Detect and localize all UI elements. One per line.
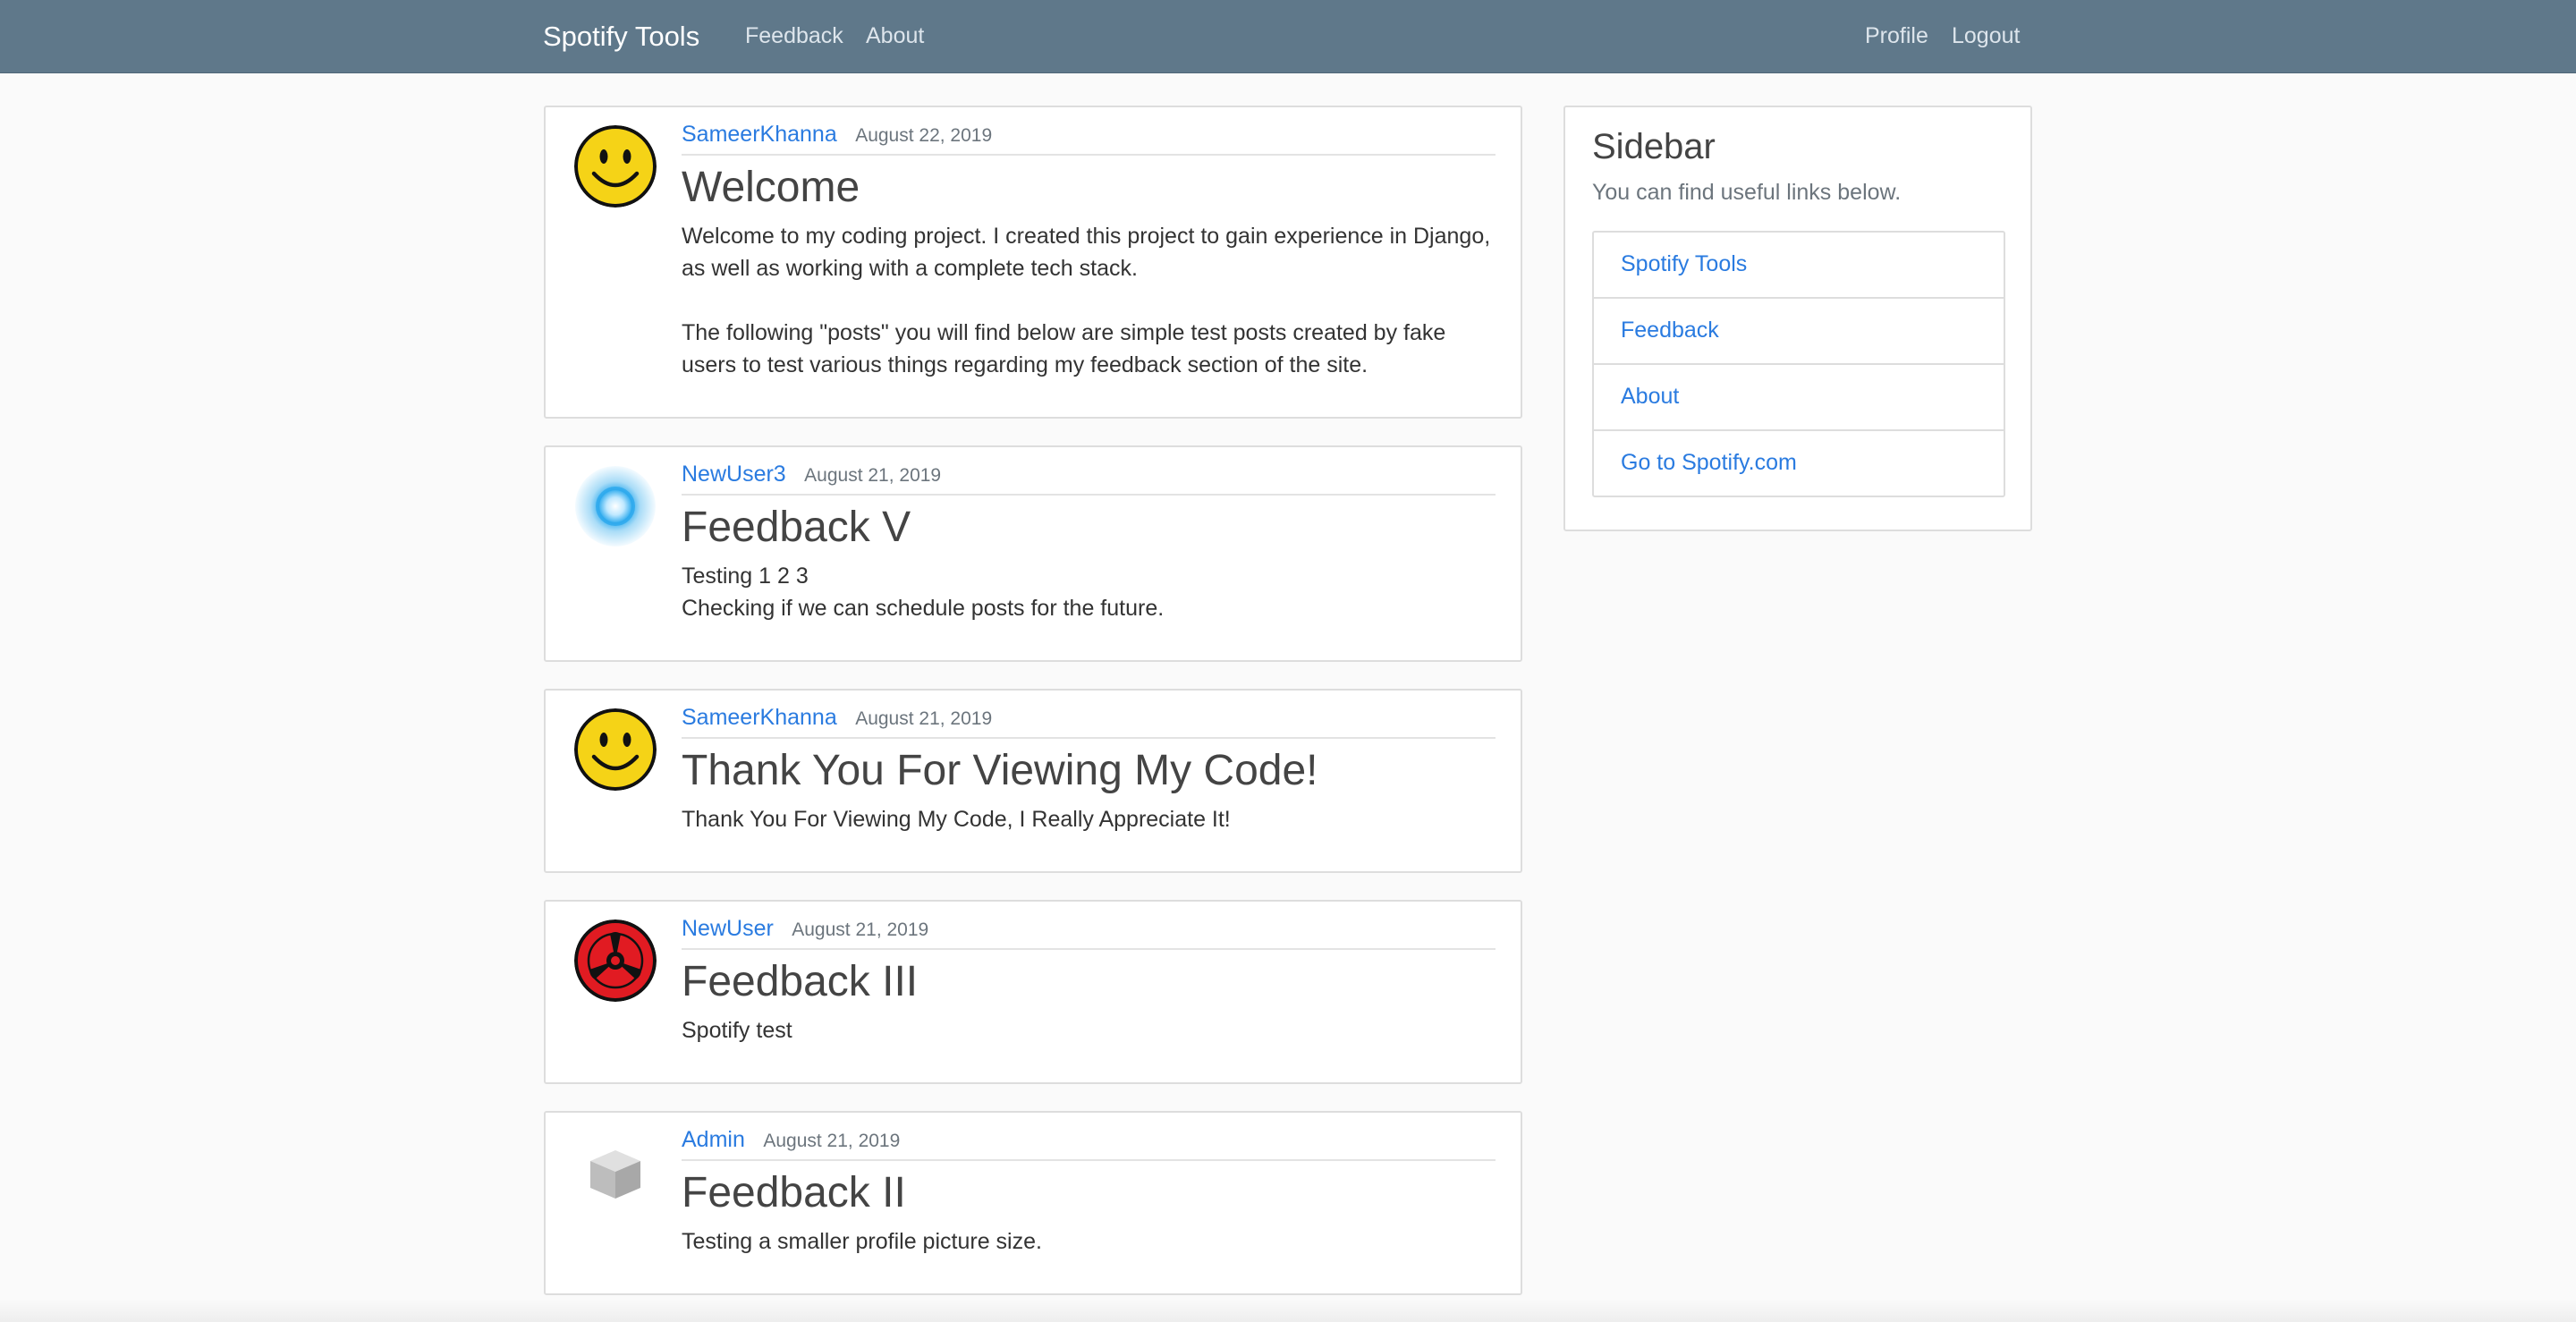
post-body: Spotify test bbox=[682, 1018, 792, 1043]
gray-cube-icon[interactable] bbox=[574, 1131, 657, 1213]
post-date: August 22, 2019 bbox=[855, 125, 993, 146]
red-sharingan-icon[interactable] bbox=[574, 919, 657, 1002]
sidebar-title: Sidebar bbox=[1592, 127, 1716, 166]
post-date: August 21, 2019 bbox=[804, 465, 942, 486]
glowing-orb-icon[interactable] bbox=[574, 465, 657, 547]
main-content: SameerKhanna August 22, 2019 Welcome Wel… bbox=[0, 73, 2576, 1322]
post-author-link[interactable]: SameerKhanna bbox=[682, 122, 837, 147]
post-card: SameerKhanna August 22, 2019 Welcome Wel… bbox=[544, 106, 1522, 419]
nav-about-link[interactable]: About bbox=[866, 21, 924, 50]
sidebar-link-list: Spotify Tools Feedback About Go to Spoti… bbox=[1592, 231, 2005, 497]
smiley-face-icon[interactable] bbox=[574, 708, 657, 791]
post-date: August 21, 2019 bbox=[763, 1131, 901, 1151]
post-meta: NewUser3 August 21, 2019 bbox=[682, 462, 1496, 496]
post-card: NewUser3 August 21, 2019 Feedback V Test… bbox=[544, 445, 1522, 662]
post-card: Admin August 21, 2019 Feedback II Testin… bbox=[544, 1111, 1522, 1295]
post-date: August 21, 2019 bbox=[792, 919, 929, 940]
post-body: Welcome to my coding project. I created … bbox=[682, 224, 1491, 377]
sidebar-link-spotify-tools[interactable]: Spotify Tools bbox=[1594, 233, 2004, 299]
smiley-face-icon[interactable] bbox=[574, 125, 657, 208]
post-card: NewUser August 21, 2019 Feedback III Spo… bbox=[544, 900, 1522, 1084]
post-meta: NewUser August 21, 2019 bbox=[682, 916, 1496, 950]
post-meta: SameerKhanna August 22, 2019 bbox=[682, 122, 1496, 156]
sidebar: Sidebar You can find useful links below.… bbox=[1563, 106, 2032, 531]
post-author-link[interactable]: NewUser bbox=[682, 916, 774, 941]
brand-link[interactable]: Spotify Tools bbox=[543, 20, 699, 54]
post-title[interactable]: Welcome bbox=[682, 159, 860, 216]
post-date: August 21, 2019 bbox=[855, 708, 993, 729]
post-title[interactable]: Thank You For Viewing My Code! bbox=[682, 742, 1318, 800]
sidebar-link-go-to-spotify[interactable]: Go to Spotify.com bbox=[1594, 431, 2004, 496]
sidebar-link-feedback[interactable]: Feedback bbox=[1594, 299, 2004, 365]
post-body: Testing 1 2 3 Checking if we can schedul… bbox=[682, 564, 1165, 621]
post-body: Testing a smaller profile picture size. bbox=[682, 1229, 1042, 1254]
sidebar-link-about[interactable]: About bbox=[1594, 365, 2004, 431]
nav-profile-link[interactable]: Profile bbox=[1865, 21, 1928, 50]
bottom-shadow bbox=[0, 1299, 2576, 1322]
post-title[interactable]: Feedback II bbox=[682, 1165, 906, 1222]
post-author-link[interactable]: SameerKhanna bbox=[682, 705, 837, 730]
post-title[interactable]: Feedback V bbox=[682, 499, 911, 556]
sidebar-subtitle: You can find useful links below. bbox=[1592, 180, 1902, 205]
post-author-link[interactable]: Admin bbox=[682, 1127, 745, 1152]
post-card: SameerKhanna August 21, 2019 Thank You F… bbox=[544, 689, 1522, 873]
nav-logout-link[interactable]: Logout bbox=[1952, 21, 2020, 50]
post-meta: Admin August 21, 2019 bbox=[682, 1127, 1496, 1161]
post-author-link[interactable]: NewUser3 bbox=[682, 462, 786, 487]
nav-feedback-link[interactable]: Feedback bbox=[745, 21, 843, 50]
post-meta: SameerKhanna August 21, 2019 bbox=[682, 705, 1496, 739]
post-title[interactable]: Feedback III bbox=[682, 953, 918, 1011]
post-body: Thank You For Viewing My Code, I Really … bbox=[682, 807, 1231, 832]
top-navbar: Spotify Tools Feedback About Profile Log… bbox=[0, 0, 2576, 73]
